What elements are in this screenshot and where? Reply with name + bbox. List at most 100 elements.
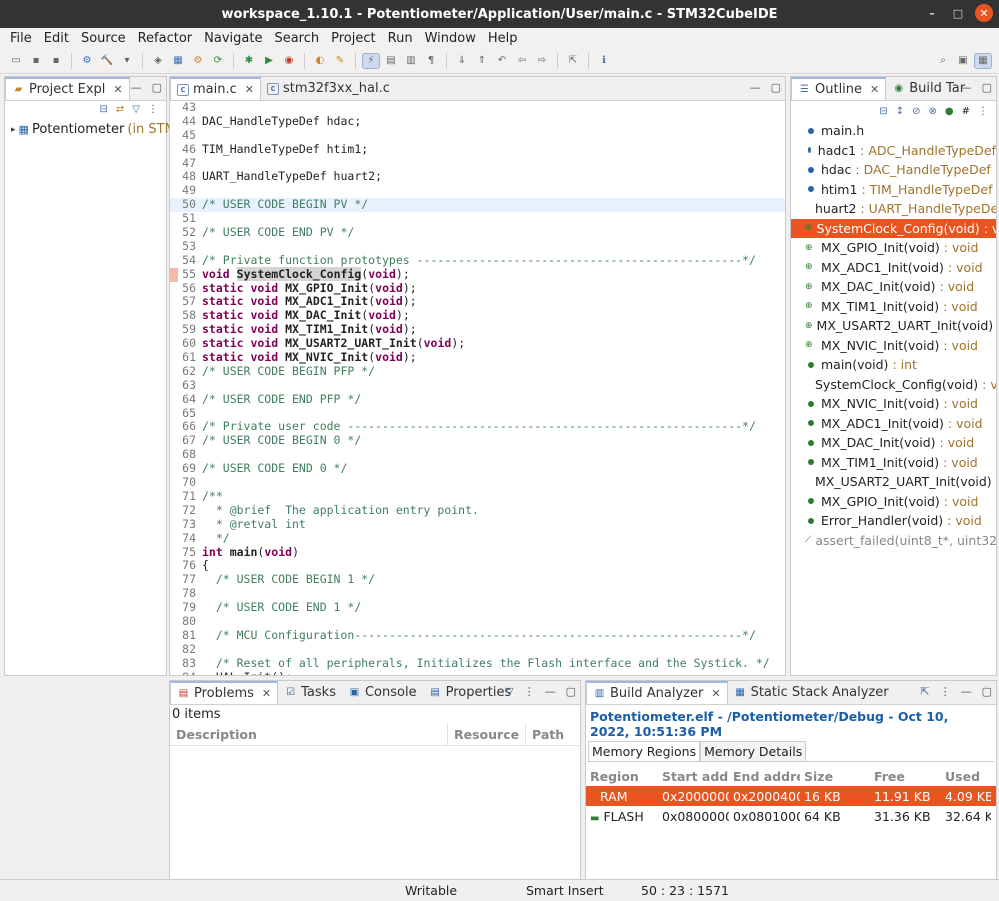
save-icon[interactable]: ▪ [28, 54, 44, 68]
hide-fields-icon[interactable]: ⊘ [912, 106, 920, 117]
code-line[interactable]: 63 [170, 378, 785, 393]
build-dropdown-icon[interactable]: ▾ [119, 54, 135, 68]
run-icon[interactable]: ▶ [261, 54, 277, 68]
outline-item[interactable]: main(void): int [791, 355, 996, 375]
open-type-icon[interactable]: ◐ [312, 54, 328, 68]
new-icon[interactable]: ▭ [8, 54, 24, 68]
minimize-icon[interactable]: – [923, 4, 941, 22]
close-icon[interactable]: ✕ [113, 83, 122, 96]
code-line[interactable]: 79 /* USER CODE END 1 */ [170, 600, 785, 615]
code-line[interactable]: 53 [170, 239, 785, 254]
back-icon[interactable]: ⇦ [514, 54, 530, 68]
close-icon[interactable]: ✕ [870, 83, 879, 96]
save-all-icon[interactable]: ▪ [48, 54, 64, 68]
search-icon[interactable]: ⌕ [935, 54, 951, 68]
code-line[interactable]: 58 static void MX_DAC_Init(void); [170, 308, 785, 323]
hide-non-public-icon[interactable]: ● [945, 106, 954, 117]
column-start-address[interactable]: Start addre [658, 769, 729, 784]
code-line[interactable]: 61 static void MX_NVIC_Init(void); [170, 350, 785, 365]
hide-static-icon[interactable]: ⊗ [928, 106, 936, 117]
hide-macros-icon[interactable]: # [962, 106, 970, 117]
code-gen-icon[interactable]: ⚙ [190, 54, 206, 68]
tree-item-project[interactable]: ▸ ▦ Potentiometer (in STM [5, 118, 176, 141]
filter-icon[interactable]: ▽ [505, 685, 513, 698]
outline-item[interactable]: ⊕SystemClock_Config(void): void [791, 218, 996, 238]
outline-item[interactable]: ⊕MX_USART2_UART_Init(void): void [791, 316, 996, 336]
outline-item[interactable]: ⊕ MX_TIM1_Init(void): void [791, 297, 996, 317]
code-line[interactable]: 80 [170, 614, 785, 629]
code-line[interactable]: 60 static void MX_USART2_UART_Init(void); [170, 336, 785, 351]
menu-project[interactable]: Project [325, 31, 381, 46]
outline-item[interactable]: ⟋ assert_failed(uint8_t*, uint32_t) [791, 531, 996, 551]
tab-properties[interactable]: ▤ Properties [423, 681, 518, 704]
menu-window[interactable]: Window [419, 31, 482, 46]
outline-item[interactable]: ⊕ MX_DAC_Init(void): void [791, 277, 996, 297]
code-line[interactable]: 75 int main(void) [170, 545, 785, 560]
tab-tasks[interactable]: ☑ Tasks [278, 681, 342, 704]
code-line[interactable]: 56 static void MX_GPIO_Init(void); [170, 281, 785, 296]
menu-navigate[interactable]: Navigate [198, 31, 268, 46]
code-line[interactable]: 77 /* USER CODE BEGIN 1 */ [170, 572, 785, 587]
toggle-mark-occurrences-icon[interactable]: ⚡ [362, 52, 380, 69]
column-path[interactable]: Path [526, 724, 580, 746]
close-icon[interactable]: ✕ [975, 4, 993, 22]
pin-config-icon[interactable]: ▦ [170, 54, 186, 68]
show-whitespace-icon[interactable]: ¶ [423, 54, 439, 68]
debug-config-icon[interactable]: ⚙ [79, 54, 95, 68]
code-line[interactable]: 57 static void MX_ADC1_Init(void); [170, 295, 785, 309]
tab-project-explorer[interactable]: ▰ Project Expl ✕ [5, 77, 130, 100]
maximize-icon[interactable]: ▢ [982, 81, 992, 94]
last-edit-icon[interactable]: ↶ [494, 54, 510, 68]
code-line[interactable]: 78 [170, 586, 785, 601]
tab-stm32f3xx-hal-c[interactable]: c stm32f3xx_hal.c [261, 77, 396, 100]
forward-icon[interactable]: ⇨ [534, 54, 550, 68]
code-line[interactable]: 82 [170, 642, 785, 657]
code-line[interactable]: 50 /* USER CODE BEGIN PV */ [170, 197, 785, 213]
code-editor[interactable]: 43 44 DAC_HandleTypeDef hdac; 45 46 TIM_Handl… [170, 101, 785, 675]
minimize-icon[interactable]: — [131, 81, 142, 94]
sort-icon[interactable]: ↕ [896, 106, 904, 117]
memory-row[interactable]: RAM 0x20000000 0x20004000 16 KB 11.91 KB… [586, 786, 996, 806]
sync-icon[interactable]: ⟳ [210, 54, 226, 68]
code-line[interactable]: 47 [170, 156, 785, 171]
view-menu-icon[interactable]: ⋮ [978, 106, 988, 117]
code-line[interactable]: 54 /* Private function prototypes -------… [170, 253, 785, 268]
tab-static-stack-analyzer[interactable]: ▦ Static Stack Analyzer [728, 681, 895, 704]
close-icon[interactable]: ✕ [711, 687, 720, 700]
code-line[interactable]: 62 /* USER CODE BEGIN PFP */ [170, 364, 785, 379]
tab-build-analyzer[interactable]: ▥ Build Analyzer ✕ [586, 681, 728, 704]
minimize-icon[interactable]: — [961, 81, 972, 94]
word-wrap-icon[interactable]: ▥ [403, 54, 419, 68]
outline-item[interactable]: hadc1: ADC_HandleTypeDef [791, 141, 996, 161]
maximize-icon[interactable]: ▢ [566, 685, 576, 698]
maximize-icon[interactable]: □ [949, 4, 967, 22]
code-line[interactable]: 55 void SystemClock_Config(void); [170, 266, 785, 282]
code-line[interactable]: 65 [170, 406, 785, 421]
minimize-icon[interactable]: — [750, 81, 761, 94]
tab-build-targets[interactable]: ◉ Build Tar [886, 77, 971, 100]
outline-item[interactable]: main.h [791, 121, 996, 141]
minimize-icon[interactable]: — [545, 685, 556, 698]
column-resource[interactable]: Resource [448, 723, 526, 746]
outline-item[interactable]: MX_GPIO_Init(void): void [791, 492, 996, 512]
outline-item[interactable]: htim1: TIM_HandleTypeDef [791, 180, 996, 200]
view-menu-icon[interactable]: ⋮ [524, 685, 535, 698]
column-description[interactable]: Description [170, 723, 448, 746]
close-icon[interactable]: ✕ [262, 687, 271, 700]
maximize-icon[interactable]: ▢ [152, 81, 162, 94]
column-used[interactable]: Used [941, 769, 991, 784]
code-line[interactable]: 83 /* Reset of all peripherals, Initiali… [170, 656, 785, 671]
prev-annotation-icon[interactable]: ⇑ [474, 54, 490, 68]
collapse-all-icon[interactable]: ⊟ [879, 106, 887, 117]
tab-main-c[interactable]: c main.c ✕ [170, 77, 261, 100]
menu-source[interactable]: Source [75, 31, 132, 46]
external-tools-icon[interactable]: ◉ [281, 54, 297, 68]
minimize-icon[interactable]: — [961, 685, 972, 698]
collapse-all-icon[interactable]: ⊟ [100, 104, 108, 115]
outline-item[interactable]: hdac: DAC_HandleTypeDef [791, 160, 996, 180]
outline-item[interactable]: MX_TIM1_Init(void): void [791, 453, 996, 473]
tab-console[interactable]: ▣ Console [342, 681, 423, 704]
outline-item[interactable]: ⊕ MX_GPIO_Init(void): void [791, 238, 996, 258]
code-line[interactable]: 46 TIM_HandleTypeDef htim1; [170, 142, 785, 157]
column-region[interactable]: Region [586, 769, 658, 784]
